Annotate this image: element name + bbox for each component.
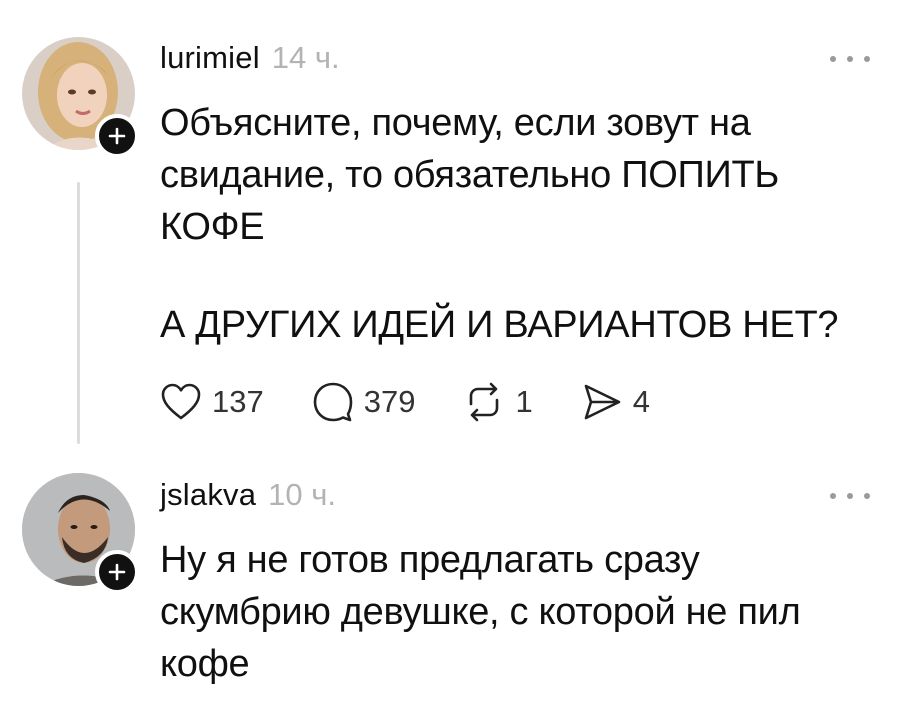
plus-icon <box>108 563 126 581</box>
more-dots-icon[interactable] <box>830 490 870 502</box>
timestamp: 10 ч. <box>268 477 337 512</box>
post-paragraph: Ну я не готов предлагать сразу скумбрию … <box>160 539 801 685</box>
post-header: jslakva 10 ч. <box>160 477 336 517</box>
post-text: Ну я не готов предлагать сразу скумбрию … <box>160 534 880 690</box>
avatar-wrap <box>22 473 139 594</box>
username[interactable]: jslakva <box>160 477 256 513</box>
post-2: jslakva 10 ч. Ну я не готов предлагать с… <box>0 0 900 713</box>
follow-button[interactable] <box>95 550 139 594</box>
